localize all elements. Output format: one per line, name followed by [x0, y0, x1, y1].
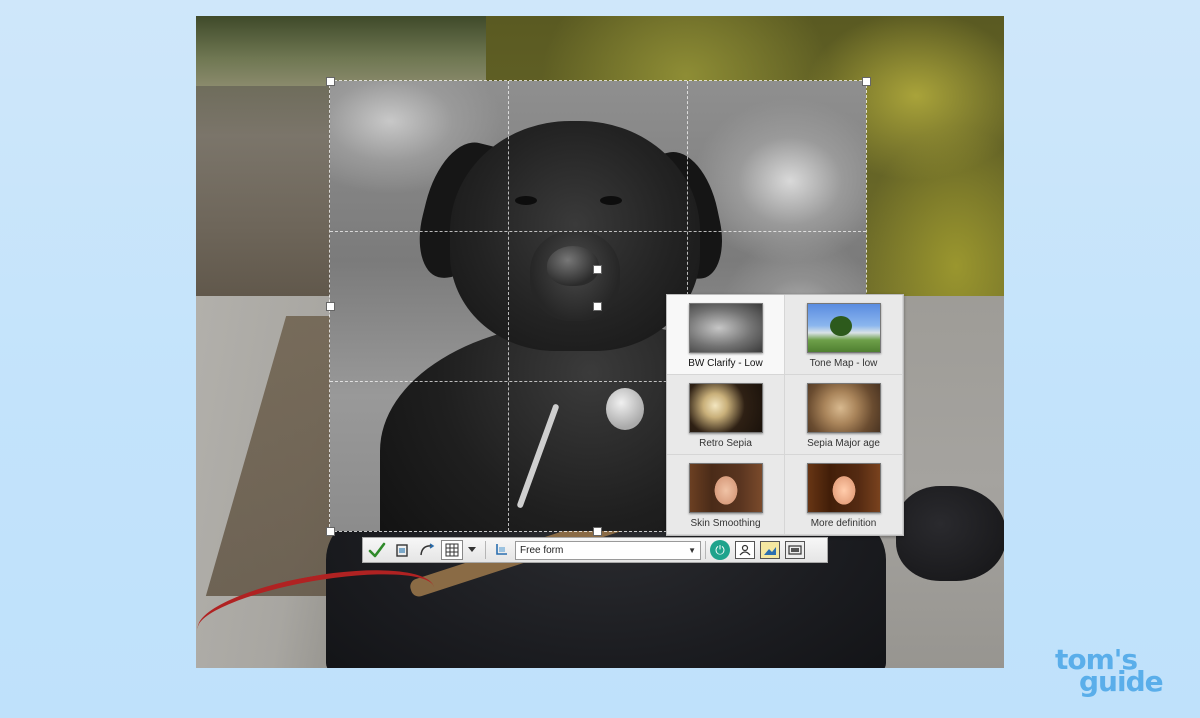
portrait-thumbnail: [688, 463, 763, 513]
crop-toolbar: Free form ▼ ⏻: [362, 537, 828, 563]
checkmark-icon: [368, 542, 386, 558]
rotate-crop-button[interactable]: [391, 540, 413, 560]
photo-dog-paw: [896, 486, 1004, 581]
dog-nose: [547, 246, 599, 286]
crop-handle-top-left[interactable]: [326, 77, 335, 86]
crop-handle-center[interactable]: [593, 265, 602, 274]
bw-flower-thumbnail: [688, 303, 763, 353]
preset-more-definition[interactable]: More definition: [785, 455, 903, 535]
aspect-ratio-icon: [496, 544, 507, 555]
dog-collar-tag: [606, 388, 644, 430]
preset-bw-clarify-low[interactable]: BW Clarify - Low: [667, 295, 785, 375]
preset-retro-sepia[interactable]: Retro Sepia: [667, 375, 785, 455]
grid-toggle-button[interactable]: [441, 540, 463, 560]
aspect-ratio-button[interactable]: [490, 540, 512, 560]
chevron-down-icon: ▼: [688, 545, 696, 555]
crop-grid-line-h1: [330, 231, 866, 232]
daisies-thumbnail: [688, 383, 763, 433]
crop-handle-mid[interactable]: [593, 302, 602, 311]
toolbar-separator: [485, 541, 486, 559]
preset-skin-smoothing[interactable]: Skin Smoothing: [667, 455, 785, 535]
straighten-icon: [420, 543, 435, 556]
crop-handle-top-right[interactable]: [862, 77, 871, 86]
preset-label: Skin Smoothing: [690, 518, 761, 529]
sepia-flower-thumbnail: [806, 383, 881, 433]
crop-handle-bottom-left[interactable]: [326, 527, 335, 536]
toolbar-separator: [705, 541, 706, 559]
preset-label: Retro Sepia: [699, 438, 752, 449]
fit-to-image-button[interactable]: [785, 541, 805, 559]
preset-label: BW Clarify - Low: [688, 358, 763, 369]
power-icon[interactable]: ⏻: [710, 540, 730, 560]
crop-handle-left[interactable]: [326, 302, 335, 311]
landscape-orientation-button[interactable]: [760, 541, 780, 559]
toms-guide-logo: tom's guide: [1055, 646, 1180, 698]
apply-crop-button[interactable]: [366, 540, 388, 560]
portrait-icon: [739, 544, 751, 556]
preset-label: Sepia Major age: [807, 438, 880, 449]
dropdown-arrow-icon: [468, 547, 476, 552]
fit-icon: [788, 545, 802, 555]
portrait-thumbnail: [806, 463, 881, 513]
grid-options-dropdown[interactable]: [466, 540, 478, 560]
grid-icon: [445, 543, 459, 557]
preset-panel: BW Clarify - Low Tone Map - low Retro Se…: [666, 294, 904, 536]
crop-mode-value: Free form: [520, 544, 564, 556]
photo-grass-area: [196, 16, 516, 86]
preset-label: Tone Map - low: [809, 358, 878, 369]
dog-eye-left: [515, 196, 537, 205]
preset-tone-map-low[interactable]: Tone Map - low: [785, 295, 903, 375]
portrait-orientation-button[interactable]: [735, 541, 755, 559]
crop-grid-line-v1: [508, 81, 509, 531]
crop-mode-select[interactable]: Free form ▼: [515, 540, 701, 560]
rotate-crop-icon: [396, 544, 408, 557]
dog-eye-right: [600, 196, 622, 205]
landscape-icon: [764, 547, 776, 555]
preset-sepia-major-age[interactable]: Sepia Major age: [785, 375, 903, 455]
logo-line-2: guide: [1079, 665, 1164, 698]
straighten-button[interactable]: [416, 540, 438, 560]
crop-handle-bottom[interactable]: [593, 527, 602, 536]
preset-label: More definition: [810, 518, 877, 529]
tree-landscape-thumbnail: [806, 303, 881, 353]
